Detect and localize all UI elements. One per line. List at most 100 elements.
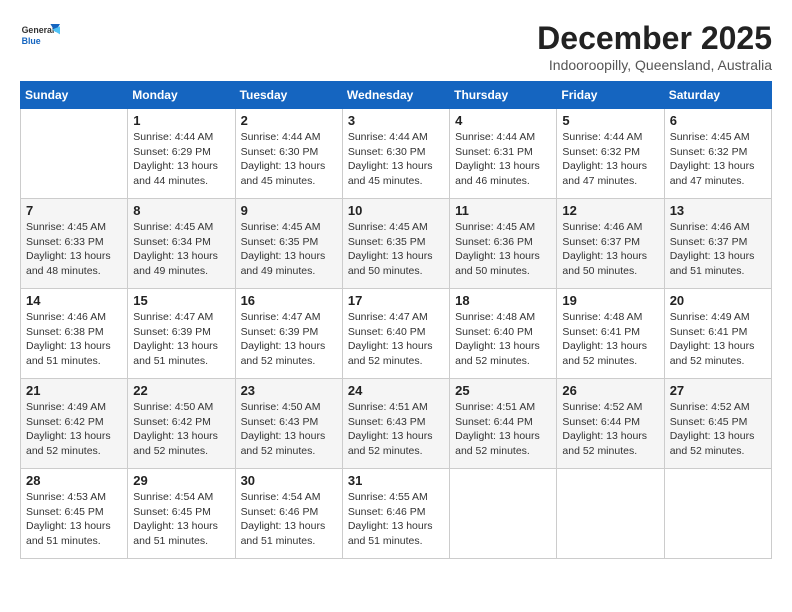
calendar-cell: 22Sunrise: 4:50 AM Sunset: 6:42 PM Dayli…: [128, 379, 235, 469]
calendar-cell: 8 Sunrise: 4:45 AM Sunset: 6:34 PM Daylig…: [128, 199, 235, 289]
calendar-week-2: 7 Sunrise: 4:45 AM Sunset: 6:33 PM Daylig…: [21, 199, 772, 289]
calendar-cell: [450, 469, 557, 559]
day-info: Sunrise: 4:52 AM Sunset: 6:44 PM Dayligh…: [562, 400, 658, 459]
calendar-cell: 17 Sunrise: 4:47 AM Sunset: 6:40 PM Dayli…: [342, 289, 449, 379]
calendar-cell: 11Sunrise: 4:45 AM Sunset: 6:36 PM Dayli…: [450, 199, 557, 289]
day-number: 4: [455, 113, 551, 128]
day-info: Sunrise: 4:44 AM Sunset: 6:32 PM Dayligh…: [562, 130, 658, 189]
calendar-cell: 30 Sunrise: 4:54 AM Sunset: 6:46 PM Dayli…: [235, 469, 342, 559]
calendar-week-1: 1 Sunrise: 4:44 AM Sunset: 6:29 PM Daylig…: [21, 109, 772, 199]
calendar-cell: 28 Sunrise: 4:53 AM Sunset: 6:45 PM Dayli…: [21, 469, 128, 559]
day-info: Sunrise: 4:45 AM Sunset: 6:34 PM Dayligh…: [133, 220, 229, 279]
svg-text:Blue: Blue: [22, 36, 41, 46]
calendar-cell: 10Sunrise: 4:45 AM Sunset: 6:35 PM Dayli…: [342, 199, 449, 289]
calendar-cell: 6 Sunrise: 4:45 AM Sunset: 6:32 PM Daylig…: [664, 109, 771, 199]
calendar-cell: 31Sunrise: 4:55 AM Sunset: 6:46 PM Dayli…: [342, 469, 449, 559]
col-monday: Monday: [128, 82, 235, 109]
calendar-cell: 7 Sunrise: 4:45 AM Sunset: 6:33 PM Daylig…: [21, 199, 128, 289]
calendar-title: December 2025: [537, 20, 772, 57]
logo-icon: General Blue: [20, 20, 60, 52]
col-tuesday: Tuesday: [235, 82, 342, 109]
calendar-cell: 29 Sunrise: 4:54 AM Sunset: 6:45 PM Dayli…: [128, 469, 235, 559]
title-block: December 2025 Indooroopilly, Queensland,…: [537, 20, 772, 73]
day-info: Sunrise: 4:45 AM Sunset: 6:35 PM Dayligh…: [241, 220, 337, 279]
day-info: Sunrise: 4:46 AM Sunset: 6:38 PM Dayligh…: [26, 310, 122, 369]
day-number: 22: [133, 383, 229, 398]
col-sunday: Sunday: [21, 82, 128, 109]
day-info: Sunrise: 4:44 AM Sunset: 6:30 PM Dayligh…: [348, 130, 444, 189]
day-info: Sunrise: 4:54 AM Sunset: 6:46 PM Dayligh…: [241, 490, 337, 549]
day-info: Sunrise: 4:49 AM Sunset: 6:41 PM Dayligh…: [670, 310, 766, 369]
day-info: Sunrise: 4:51 AM Sunset: 6:44 PM Dayligh…: [455, 400, 551, 459]
day-number: 1: [133, 113, 229, 128]
calendar-cell: 19Sunrise: 4:48 AM Sunset: 6:41 PM Dayli…: [557, 289, 664, 379]
calendar-cell: [21, 109, 128, 199]
day-info: Sunrise: 4:47 AM Sunset: 6:40 PM Dayligh…: [348, 310, 444, 369]
calendar-cell: 18 Sunrise: 4:48 AM Sunset: 6:40 PM Dayli…: [450, 289, 557, 379]
day-number: 18: [455, 293, 551, 308]
day-number: 25: [455, 383, 551, 398]
calendar-cell: 2 Sunrise: 4:44 AM Sunset: 6:30 PM Daylig…: [235, 109, 342, 199]
day-number: 12: [562, 203, 658, 218]
day-number: 13: [670, 203, 766, 218]
day-info: Sunrise: 4:52 AM Sunset: 6:45 PM Dayligh…: [670, 400, 766, 459]
calendar-cell: 9 Sunrise: 4:45 AM Sunset: 6:35 PM Daylig…: [235, 199, 342, 289]
day-number: 8: [133, 203, 229, 218]
day-number: 21: [26, 383, 122, 398]
calendar-cell: 24 Sunrise: 4:51 AM Sunset: 6:43 PM Dayli…: [342, 379, 449, 469]
day-number: 7: [26, 203, 122, 218]
calendar-cell: [557, 469, 664, 559]
day-number: 16: [241, 293, 337, 308]
day-info: Sunrise: 4:53 AM Sunset: 6:45 PM Dayligh…: [26, 490, 122, 549]
day-info: Sunrise: 4:47 AM Sunset: 6:39 PM Dayligh…: [133, 310, 229, 369]
col-friday: Friday: [557, 82, 664, 109]
day-number: 15: [133, 293, 229, 308]
calendar-week-3: 14 Sunrise: 4:46 AM Sunset: 6:38 PM Dayli…: [21, 289, 772, 379]
calendar-cell: 16 Sunrise: 4:47 AM Sunset: 6:39 PM Dayli…: [235, 289, 342, 379]
calendar-cell: 12Sunrise: 4:46 AM Sunset: 6:37 PM Dayli…: [557, 199, 664, 289]
day-number: 6: [670, 113, 766, 128]
day-info: Sunrise: 4:51 AM Sunset: 6:43 PM Dayligh…: [348, 400, 444, 459]
page-header: General Blue December 2025 Indooroopilly…: [20, 20, 772, 73]
day-number: 3: [348, 113, 444, 128]
day-number: 28: [26, 473, 122, 488]
calendar-subtitle: Indooroopilly, Queensland, Australia: [537, 57, 772, 73]
calendar-cell: 14 Sunrise: 4:46 AM Sunset: 6:38 PM Dayli…: [21, 289, 128, 379]
calendar-cell: [664, 469, 771, 559]
calendar-cell: 27 Sunrise: 4:52 AM Sunset: 6:45 PM Dayli…: [664, 379, 771, 469]
day-number: 9: [241, 203, 337, 218]
calendar-header: Sunday Monday Tuesday Wednesday Thursday…: [21, 82, 772, 109]
logo: General Blue: [20, 20, 64, 52]
svg-text:General: General: [22, 25, 55, 35]
day-info: Sunrise: 4:44 AM Sunset: 6:29 PM Dayligh…: [133, 130, 229, 189]
day-info: Sunrise: 4:54 AM Sunset: 6:45 PM Dayligh…: [133, 490, 229, 549]
day-number: 20: [670, 293, 766, 308]
day-number: 2: [241, 113, 337, 128]
day-number: 30: [241, 473, 337, 488]
day-number: 14: [26, 293, 122, 308]
calendar-cell: 15 Sunrise: 4:47 AM Sunset: 6:39 PM Dayli…: [128, 289, 235, 379]
day-info: Sunrise: 4:50 AM Sunset: 6:43 PM Dayligh…: [241, 400, 337, 459]
day-number: 24: [348, 383, 444, 398]
day-info: Sunrise: 4:49 AM Sunset: 6:42 PM Dayligh…: [26, 400, 122, 459]
calendar-cell: 20 Sunrise: 4:49 AM Sunset: 6:41 PM Dayli…: [664, 289, 771, 379]
day-info: Sunrise: 4:48 AM Sunset: 6:40 PM Dayligh…: [455, 310, 551, 369]
day-number: 26: [562, 383, 658, 398]
calendar-cell: 21 Sunrise: 4:49 AM Sunset: 6:42 PM Dayli…: [21, 379, 128, 469]
day-info: Sunrise: 4:45 AM Sunset: 6:35 PM Dayligh…: [348, 220, 444, 279]
day-info: Sunrise: 4:44 AM Sunset: 6:30 PM Dayligh…: [241, 130, 337, 189]
calendar-cell: 25 Sunrise: 4:51 AM Sunset: 6:44 PM Dayli…: [450, 379, 557, 469]
calendar-table: Sunday Monday Tuesday Wednesday Thursday…: [20, 81, 772, 559]
day-number: 29: [133, 473, 229, 488]
day-number: 17: [348, 293, 444, 308]
day-number: 23: [241, 383, 337, 398]
day-info: Sunrise: 4:47 AM Sunset: 6:39 PM Dayligh…: [241, 310, 337, 369]
day-number: 19: [562, 293, 658, 308]
calendar-cell: 23 Sunrise: 4:50 AM Sunset: 6:43 PM Dayli…: [235, 379, 342, 469]
calendar-cell: 5Sunrise: 4:44 AM Sunset: 6:32 PM Daylig…: [557, 109, 664, 199]
day-info: Sunrise: 4:45 AM Sunset: 6:33 PM Dayligh…: [26, 220, 122, 279]
calendar-body: 1 Sunrise: 4:44 AM Sunset: 6:29 PM Daylig…: [21, 109, 772, 559]
day-info: Sunrise: 4:44 AM Sunset: 6:31 PM Dayligh…: [455, 130, 551, 189]
day-info: Sunrise: 4:45 AM Sunset: 6:32 PM Dayligh…: [670, 130, 766, 189]
day-number: 27: [670, 383, 766, 398]
